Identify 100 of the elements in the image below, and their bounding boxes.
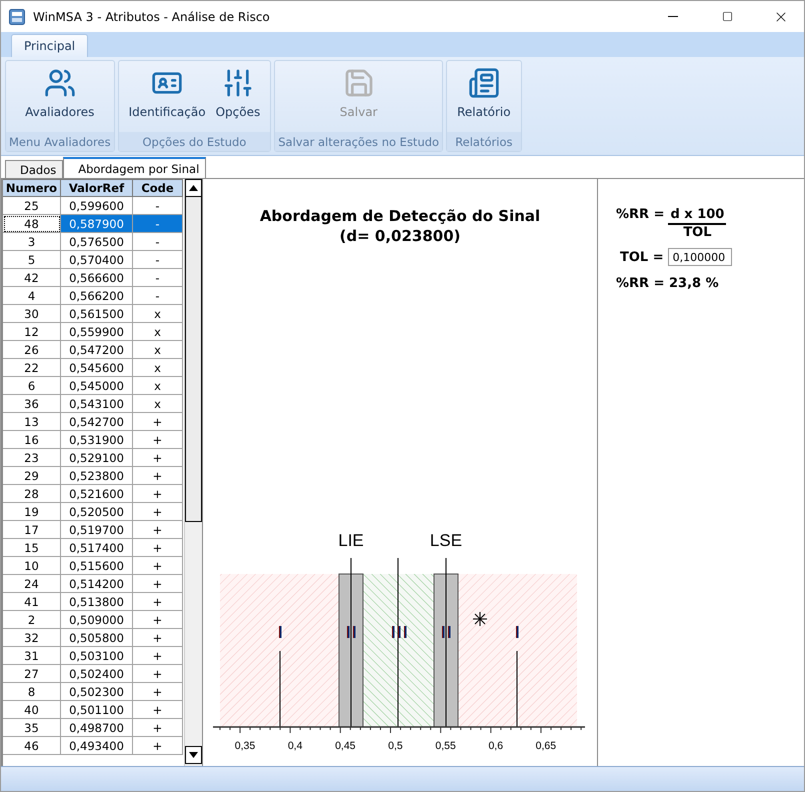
group-label: Opções do Estudo	[118, 132, 270, 151]
table-cell: 0,570400	[61, 251, 133, 269]
table-cell: 28	[3, 485, 61, 503]
axis-label: 0,65	[536, 740, 556, 752]
column-header[interactable]: ValorRef	[61, 179, 133, 197]
table-cell: 0,493400	[61, 737, 133, 755]
table-cell: 23	[3, 449, 61, 467]
tol-label: TOL =	[620, 250, 664, 264]
table-cell: 35	[3, 719, 61, 737]
table-cell: 0,529100	[61, 449, 133, 467]
table-cell: 0,587900	[61, 215, 133, 233]
table-cell: -	[133, 197, 183, 215]
table-cell: 29	[3, 467, 61, 485]
table-cell: +	[133, 737, 183, 755]
table-cell: 0,542700	[61, 413, 133, 431]
table-cell: 0,505800	[61, 629, 133, 647]
table-cell: 2	[3, 611, 61, 629]
newspaper-icon	[468, 67, 500, 99]
document-tab[interactable]: Dados	[5, 160, 64, 178]
table-cell: -	[133, 287, 183, 305]
ribbon-button[interactable]: Relatório	[453, 65, 515, 121]
app-logo-icon	[9, 8, 25, 24]
result-text: %RR = 23,8 %	[616, 276, 720, 291]
table-cell: +	[133, 485, 183, 503]
table-cell: 0,520500	[61, 503, 133, 521]
table-cell: x	[133, 305, 183, 323]
table-cell: +	[133, 503, 183, 521]
table-cell: 0,543100	[61, 395, 133, 413]
column-header[interactable]: Code	[133, 179, 183, 197]
table-cell: -	[133, 215, 183, 233]
table-cell: +	[133, 629, 183, 647]
tol-field[interactable]: 0,100000	[668, 248, 732, 266]
table-cell: +	[133, 665, 183, 683]
maximize-icon	[722, 11, 732, 22]
table-cell: 36	[3, 395, 61, 413]
table-cell: 0,531900	[61, 431, 133, 449]
table-cell: +	[133, 467, 183, 485]
table-cell: 0,545600	[61, 359, 133, 377]
group-label: Menu Avaliadores	[6, 132, 114, 151]
ribbon-button[interactable]: Avaliadores	[21, 65, 98, 121]
table-cell: 12	[3, 323, 61, 341]
table-cell: x	[133, 377, 183, 395]
table-cell: 25	[3, 197, 61, 215]
table-cell: +	[133, 593, 183, 611]
table-cell: 26	[3, 341, 61, 359]
ribbon-tab[interactable]: Principal	[11, 34, 88, 57]
table-cell: 30	[3, 305, 61, 323]
ribbon-button[interactable]: Identificação	[124, 65, 210, 121]
table-cell: 0,517400	[61, 539, 133, 557]
scrollbar-thumb[interactable]	[185, 197, 202, 522]
scroll-down-icon[interactable]	[185, 746, 202, 764]
table-cell: 0,502300	[61, 683, 133, 701]
table-cell: 27	[3, 665, 61, 683]
document-tab[interactable]: Abordagem por Sinal	[63, 157, 206, 178]
table-cell: 42	[3, 269, 61, 287]
table-cell: +	[133, 575, 183, 593]
table-cell: 0,576500	[61, 233, 133, 251]
table-cell: +	[133, 413, 183, 431]
limit-label: LSE	[430, 531, 462, 550]
window-title: WinMSA 3 - Atributos - Análise de Risco	[33, 10, 271, 24]
formula-denominator: TOL	[683, 225, 712, 240]
axis-label: 0,4	[288, 740, 302, 752]
table-cell: 0,566600	[61, 269, 133, 287]
table-cell: 0,509000	[61, 611, 133, 629]
table-cell: 0,515600	[61, 557, 133, 575]
table-cell: 0,513800	[61, 593, 133, 611]
axis-label: 0,55	[435, 740, 456, 752]
table-cell: 0,545000	[61, 377, 133, 395]
table-cell: 16	[3, 431, 61, 449]
table-cell: -	[133, 233, 183, 251]
table-cell: +	[133, 701, 183, 719]
table-cell: 40	[3, 701, 61, 719]
table-cell: +	[133, 521, 183, 539]
table-cell: x	[133, 395, 183, 413]
table-cell: 0,547200	[61, 341, 133, 359]
table-cell: 4	[3, 287, 61, 305]
formula-label: %RR =	[616, 207, 664, 222]
ribbon-button[interactable]: Opções	[212, 65, 264, 121]
axis-label: 0,5	[388, 740, 403, 752]
table-cell: 32	[3, 629, 61, 647]
table-cell: 0,523800	[61, 467, 133, 485]
table-cell: x	[133, 359, 183, 377]
table-cell: x	[133, 341, 183, 359]
column-header[interactable]: Numero	[3, 179, 61, 197]
table-cell: 22	[3, 359, 61, 377]
sliders-icon	[222, 67, 254, 99]
scroll-up-icon[interactable]	[185, 179, 202, 197]
table-cell: +	[133, 539, 183, 557]
table-cell: 31	[3, 647, 61, 665]
table-cell: 8	[3, 683, 61, 701]
table-cell: 3	[3, 233, 61, 251]
table-cell: 19	[3, 503, 61, 521]
table-cell: 13	[3, 413, 61, 431]
table-cell: 0,501100	[61, 701, 133, 719]
table-cell: 0,514200	[61, 575, 133, 593]
table-cell: 24	[3, 575, 61, 593]
table-cell: x	[133, 323, 183, 341]
table-cell: 48	[3, 215, 61, 233]
table-cell: +	[133, 557, 183, 575]
table-cell: +	[133, 719, 183, 737]
